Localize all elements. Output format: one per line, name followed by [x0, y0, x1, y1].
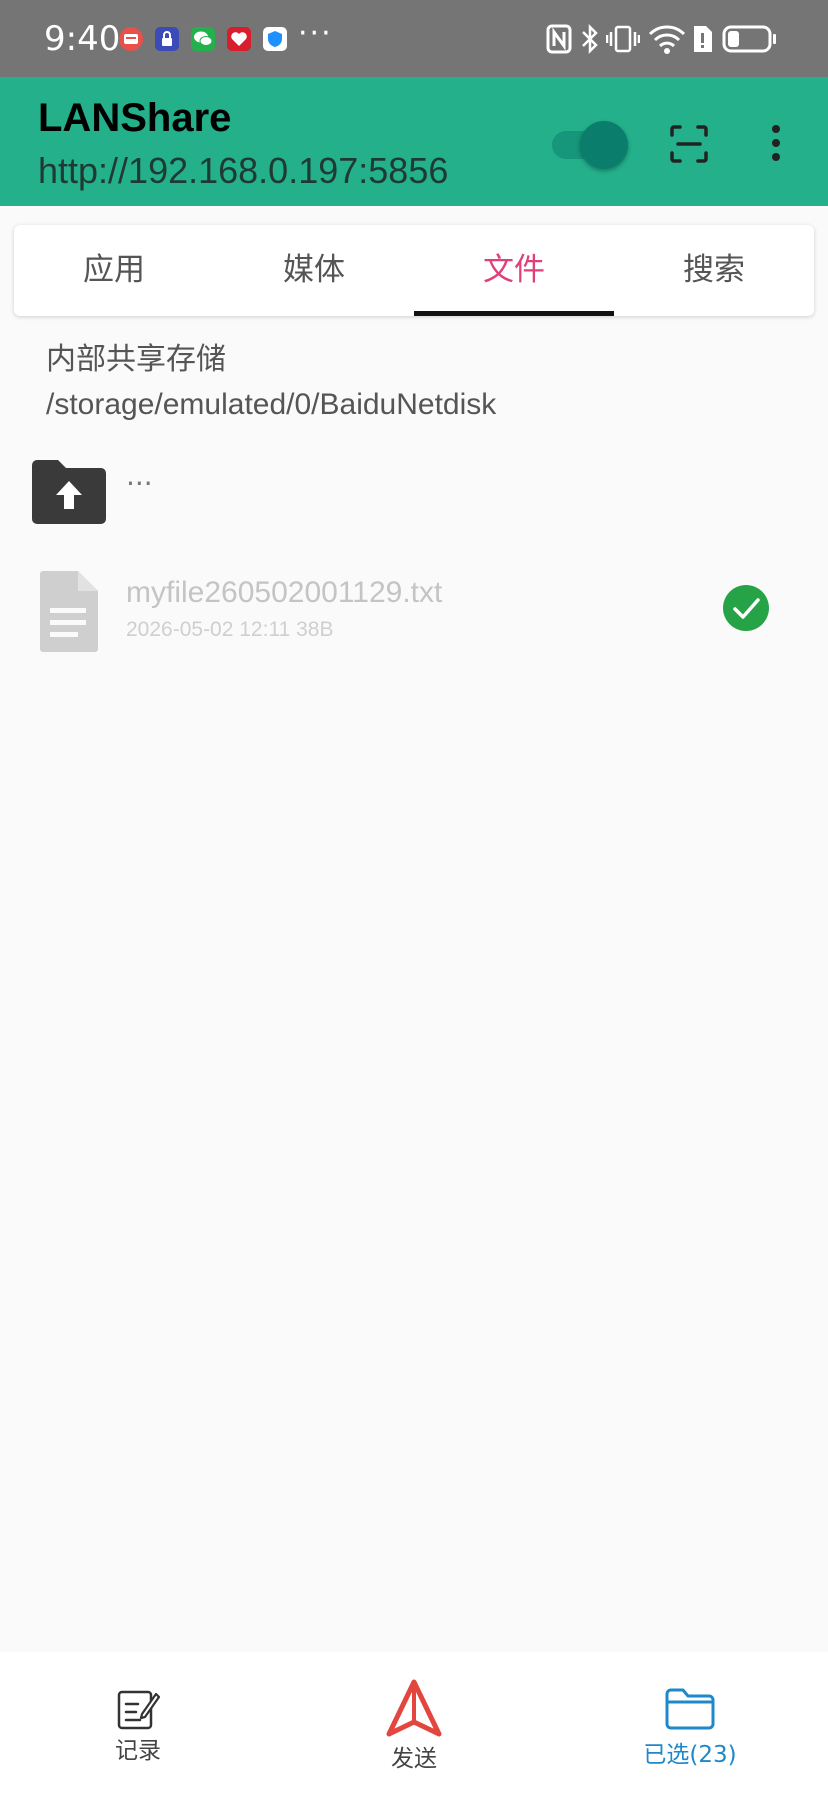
nav-history-label: 记录	[115, 1738, 161, 1764]
toggle-knob	[580, 121, 628, 169]
tab-apps[interactable]: 应用	[14, 225, 214, 316]
tab-search[interactable]: 搜索	[614, 225, 814, 316]
file-name: myfile260502001129.txt	[126, 576, 443, 609]
bluetooth-icon	[580, 22, 600, 56]
card-app-icon	[118, 26, 144, 52]
current-path: /storage/emulated/0/BaiduNetdisk	[46, 388, 497, 421]
server-url[interactable]: http://192.168.0.197:5856	[38, 149, 448, 193]
vibrate-icon	[606, 22, 640, 56]
tab-bar: 应用 媒体 文件 搜索	[14, 225, 814, 316]
more-vertical-icon	[772, 125, 780, 161]
status-time: 9:40	[44, 19, 121, 59]
bottom-navigation: 记录 发送 已选(23)	[0, 1652, 828, 1794]
folder-up-icon	[30, 455, 108, 529]
tab-files[interactable]: 文件	[414, 225, 614, 316]
file-meta: 2026-05-02 12:11 38B	[126, 618, 334, 641]
tab-media[interactable]: 媒体	[214, 225, 414, 316]
selected-check-icon[interactable]	[722, 584, 770, 632]
server-toggle[interactable]	[550, 119, 628, 169]
more-notifications: ···	[298, 16, 333, 51]
scan-icon	[670, 125, 708, 163]
overflow-menu-button[interactable]	[758, 119, 794, 169]
tab-indicator	[414, 311, 614, 316]
lock-app-icon	[154, 26, 180, 52]
scan-button[interactable]	[664, 119, 714, 169]
shield-app-icon	[262, 26, 288, 52]
nav-selected[interactable]: 已选(23)	[552, 1652, 828, 1794]
battery-icon	[722, 22, 778, 56]
app-bar: LANShare http://192.168.0.197:5856	[0, 77, 828, 206]
nav-send-label: 发送	[391, 1746, 437, 1772]
text-file-icon	[36, 570, 102, 654]
folder-icon	[664, 1686, 716, 1732]
history-icon	[116, 1686, 160, 1730]
parent-directory-label: ...	[126, 459, 153, 492]
storage-name: 内部共享存储	[46, 342, 226, 377]
sim-alert-icon	[690, 22, 714, 56]
nav-selected-label: 已选(23)	[643, 1742, 737, 1768]
status-bar: 9:40 ···	[0, 0, 828, 77]
nfc-icon	[546, 22, 572, 56]
nav-send[interactable]: 发送	[276, 1652, 552, 1794]
file-list-item[interactable]: myfile260502001129.txt 2026-05-02 12:11 …	[0, 560, 828, 660]
health-app-icon	[226, 26, 252, 52]
app-title: LANShare	[38, 96, 232, 140]
wifi-icon	[648, 22, 686, 56]
send-icon	[384, 1678, 444, 1738]
wechat-icon	[190, 26, 216, 52]
parent-directory-row[interactable]: ...	[0, 445, 828, 535]
nav-history[interactable]: 记录	[0, 1652, 276, 1794]
